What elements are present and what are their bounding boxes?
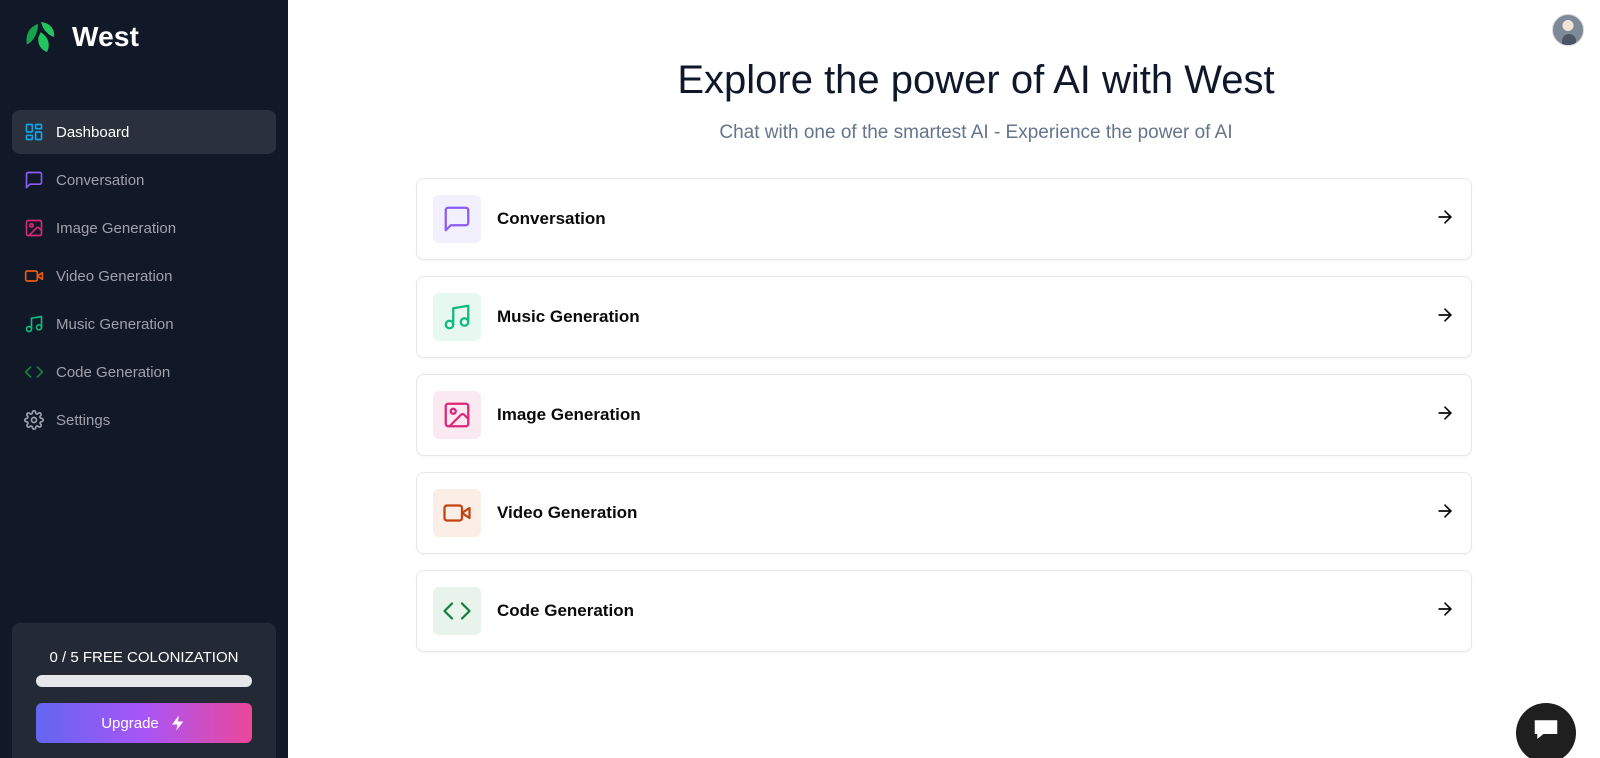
tool-label: Conversation — [497, 209, 606, 228]
tool-label: Music Generation — [497, 307, 640, 326]
leaf-logo-icon — [26, 22, 55, 52]
sidebar-item-label: Video Generation — [56, 267, 173, 285]
sidebar-item-dashboard[interactable]: Dashboard — [12, 110, 276, 154]
sidebar-item-conversation[interactable]: Conversation — [12, 158, 276, 202]
brand-name: West — [72, 21, 140, 52]
brand[interactable]: West — [24, 20, 139, 54]
tool-card-conversation[interactable]: Conversation — [416, 178, 1472, 260]
image-icon — [433, 391, 481, 439]
upgrade-label: Upgrade — [101, 714, 159, 732]
arrow-right-icon — [1435, 599, 1455, 624]
sidebar-item-settings[interactable]: Settings — [12, 398, 276, 442]
music-icon — [433, 293, 481, 341]
tool-label: Image Generation — [497, 405, 641, 424]
sidebar-item-label: Settings — [56, 411, 111, 429]
image-icon — [24, 218, 44, 238]
music-icon — [24, 314, 44, 334]
sidebar-item-label: Conversation — [56, 171, 145, 189]
video-icon — [433, 489, 481, 537]
arrow-right-icon — [1435, 403, 1455, 428]
page-title: Explore the power of AI with West — [677, 58, 1275, 102]
sidebar: West Dashboard Conversation Image Genera… — [0, 0, 288, 758]
arrow-right-icon — [1435, 305, 1455, 330]
free-usage-card: 0 / 5 FREE COLONIZATION Upgrade — [12, 623, 276, 758]
sidebar-item-image-generation[interactable]: Image Generation — [12, 206, 276, 250]
sidebar-item-label: Music Generation — [56, 315, 174, 333]
arrow-right-icon — [1435, 501, 1455, 526]
sidebar-item-label: Image Generation — [56, 219, 177, 237]
tool-label: Video Generation — [497, 503, 638, 522]
code-icon — [24, 362, 44, 382]
message-square-icon — [24, 170, 44, 190]
upgrade-button[interactable]: Upgrade — [36, 703, 252, 743]
tool-card-video-generation[interactable]: Video Generation — [416, 472, 1472, 554]
free-usage-counter: 0 / 5 FREE COLONIZATION — [49, 649, 239, 666]
sidebar-item-code-generation[interactable]: Code Generation — [12, 350, 276, 394]
sidebar-nav: Dashboard Conversation Image Generation … — [12, 110, 276, 446]
video-icon — [24, 266, 44, 286]
zap-icon — [171, 715, 184, 731]
chat-bubble-icon — [1534, 720, 1558, 739]
sidebar-item-video-generation[interactable]: Video Generation — [12, 254, 276, 298]
gear-icon — [24, 410, 44, 430]
tool-card-image-generation[interactable]: Image Generation — [416, 374, 1472, 456]
tool-list: Conversation Music Generation Image Gene… — [416, 178, 1472, 668]
sidebar-item-label: Code Generation — [56, 363, 171, 381]
tool-label: Code Generation — [497, 601, 634, 620]
sidebar-item-label: Dashboard — [56, 123, 130, 141]
message-square-icon — [433, 195, 481, 243]
arrow-right-icon — [1435, 207, 1455, 232]
layout-grid-icon — [24, 122, 44, 142]
sidebar-item-music-generation[interactable]: Music Generation — [12, 302, 276, 346]
user-avatar[interactable] — [1552, 14, 1584, 46]
support-chat-button[interactable] — [1516, 703, 1576, 758]
main-content: Explore the power of AI with West Chat w… — [288, 0, 1600, 758]
tool-card-code-generation[interactable]: Code Generation — [416, 570, 1472, 652]
page-subtitle: Chat with one of the smartest AI - Exper… — [719, 122, 1233, 143]
usage-progress-bar — [36, 675, 252, 687]
code-icon — [433, 587, 481, 635]
tool-card-music-generation[interactable]: Music Generation — [416, 276, 1472, 358]
